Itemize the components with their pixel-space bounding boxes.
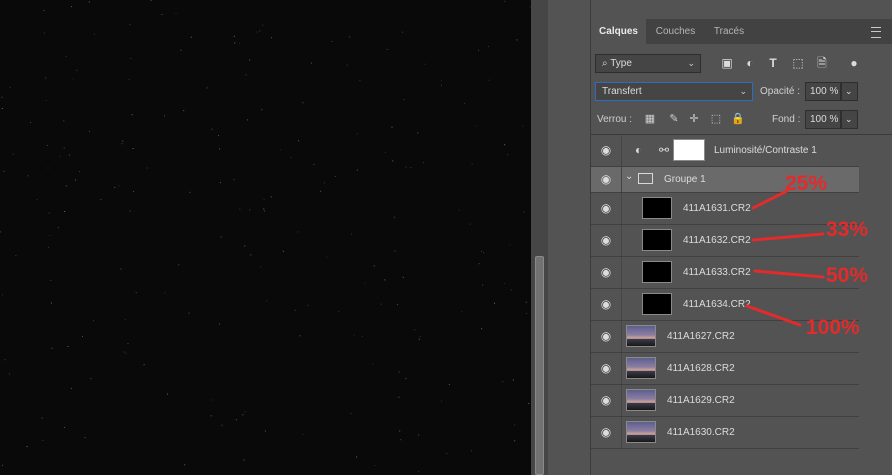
annotation-33: 33% — [826, 218, 869, 241]
annotation-line-50 — [753, 269, 825, 279]
annotation-line-33 — [751, 232, 825, 242]
annotation-strokes — [745, 189, 825, 327]
annotation-line-25 — [751, 189, 789, 210]
annotation-50: 50% — [826, 264, 869, 287]
annotation-100: 100% — [806, 316, 860, 339]
annotation-25: 25% — [785, 172, 828, 195]
annotation-line-100 — [745, 304, 802, 327]
